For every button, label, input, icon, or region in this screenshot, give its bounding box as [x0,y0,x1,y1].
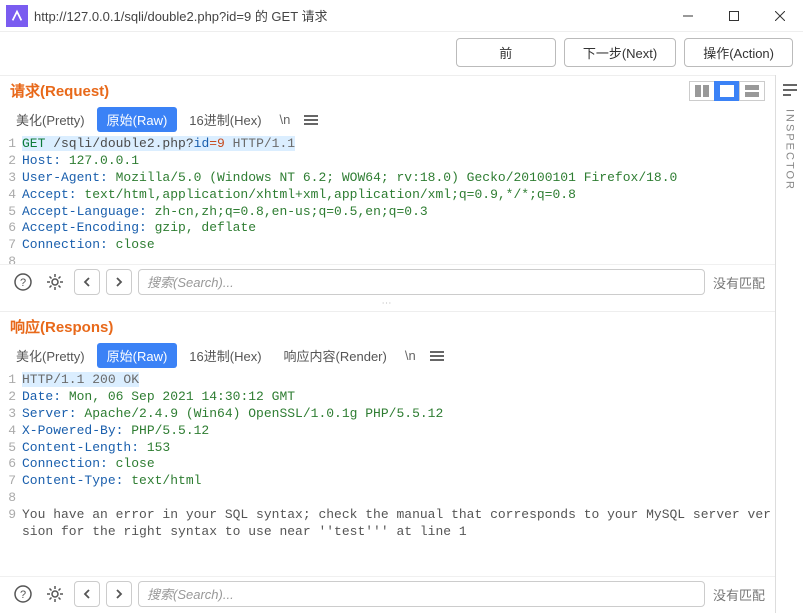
panels: 请求(Request) 美化(Pretty) 原始(Raw) 16进制(Hex)… [0,75,775,613]
svg-text:?: ? [20,277,26,289]
back-button[interactable]: 前 [456,38,556,67]
line-number: 3 [0,406,22,423]
tab-raw[interactable]: 原始(Raw) [97,343,178,368]
tab-hex[interactable]: 16进制(Hex) [179,343,271,368]
tab-newline[interactable]: \n [274,109,297,130]
next-match-button[interactable] [106,581,132,607]
response-footer: ? 没有匹配 [0,576,775,613]
response-search-input[interactable] [138,581,705,607]
minimize-button[interactable] [665,0,711,32]
tab-newline[interactable]: \n [399,345,422,366]
request-title: 请求(Request) [10,80,109,101]
tab-pretty[interactable]: 美化(Pretty) [6,107,95,132]
line-number: 6 [0,456,22,473]
prev-match-button[interactable] [74,581,100,607]
tab-hex[interactable]: 16进制(Hex) [179,107,271,132]
line-number: 7 [0,473,22,490]
view-single-icon[interactable] [714,81,740,101]
tab-pretty[interactable]: 美化(Pretty) [6,343,95,368]
line-number: 8 [0,490,22,507]
inspector-label[interactable]: INSPECTOR [784,109,796,191]
gear-icon[interactable] [42,581,68,607]
main-area: 请求(Request) 美化(Pretty) 原始(Raw) 16进制(Hex)… [0,75,803,613]
no-match-label: 没有匹配 [713,585,765,604]
gear-icon[interactable] [42,269,68,295]
request-search-input[interactable] [138,269,705,295]
line-number: 6 [0,220,22,237]
next-button[interactable]: 下一步(Next) [564,38,676,67]
line-number: 5 [0,440,22,457]
tab-raw[interactable]: 原始(Raw) [97,107,178,132]
request-section: 请求(Request) 美化(Pretty) 原始(Raw) 16进制(Hex)… [0,75,775,301]
window-title: http://127.0.0.1/sqli/double2.php?id=9 的… [34,6,665,25]
inspector-toggle-icon[interactable] [781,83,799,97]
hamburger-icon[interactable] [298,111,324,129]
response-tabs: 美化(Pretty) 原始(Raw) 16进制(Hex) 响应内容(Render… [0,343,775,370]
no-match-label: 没有匹配 [713,273,765,292]
close-button[interactable] [757,0,803,32]
line-number: 4 [0,187,22,204]
request-tabs: 美化(Pretty) 原始(Raw) 16进制(Hex) \n [0,107,775,134]
prev-match-button[interactable] [74,269,100,295]
line-number: 9 [0,507,22,541]
view-rows-icon[interactable] [739,81,765,101]
splitter-handle[interactable]: ⋯ [0,301,775,311]
maximize-button[interactable] [711,0,757,32]
response-editor[interactable]: 1HTTP/1.1 200 OK 2Date: Mon, 06 Sep 2021… [0,370,775,576]
line-number: 4 [0,423,22,440]
titlebar: http://127.0.0.1/sqli/double2.php?id=9 的… [0,0,803,32]
line-number: 1 [0,136,22,153]
request-footer: ? 没有匹配 [0,264,775,301]
line-number: 2 [0,153,22,170]
svg-text:?: ? [20,589,26,601]
view-columns-icon[interactable] [689,81,715,101]
toolbar: 前 下一步(Next) 操作(Action) [0,32,803,75]
hamburger-icon[interactable] [424,347,450,365]
inspector-rail: INSPECTOR [775,75,803,613]
help-icon[interactable]: ? [10,581,36,607]
line-number: 2 [0,389,22,406]
tab-render[interactable]: 响应内容(Render) [274,343,397,368]
app-icon [6,5,28,27]
view-toggle [690,81,765,101]
line-number: 5 [0,204,22,221]
line-number: 7 [0,237,22,254]
next-match-button[interactable] [106,269,132,295]
help-icon[interactable]: ? [10,269,36,295]
line-number: 1 [0,372,22,389]
response-section: 响应(Respons) 美化(Pretty) 原始(Raw) 16进制(Hex)… [0,311,775,613]
request-editor[interactable]: 1GET /sqli/double2.php?id=9 HTTP/1.1 2Ho… [0,134,775,264]
line-number: 8 [0,254,22,264]
line-number: 3 [0,170,22,187]
action-button[interactable]: 操作(Action) [684,38,793,67]
response-title: 响应(Respons) [10,316,113,337]
